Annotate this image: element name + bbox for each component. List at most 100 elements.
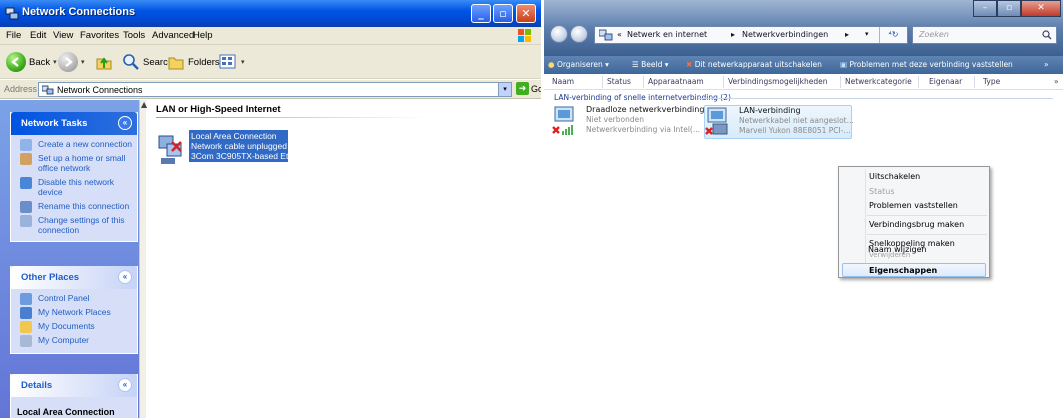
back-arrow-icon (6, 52, 26, 72)
breadcrumb-separator[interactable]: ▸ (731, 30, 735, 39)
disable-device-command[interactable]: ✖ Dit netwerkapparaat uitschakelen (686, 60, 822, 69)
wireless-connection-item[interactable]: Draadloze netwerkverbinding Niet verbond… (552, 105, 704, 139)
address-input[interactable]: Network Connections ▾ (38, 82, 512, 97)
address-dropdown-icon[interactable]: ▾ (865, 30, 869, 38)
search-button[interactable]: Search (122, 51, 173, 73)
forward-button[interactable]: ▾ (58, 51, 85, 73)
other-places-panel: Other Places « Control Panel My Network … (10, 266, 138, 354)
go-arrow-icon: ➜ (516, 82, 529, 95)
maximize-button[interactable]: ▫ (997, 0, 1021, 17)
local-area-connection-item[interactable]: Local Area Connection Network cable unpl… (157, 128, 288, 168)
address-value: Network Connections (57, 85, 143, 95)
task-label: Rename this connection (38, 201, 130, 211)
vista-address-bar[interactable]: « Netwerk en internet ▸ Netwerkverbindin… (594, 26, 908, 44)
close-button[interactable]: ✕ (516, 4, 536, 23)
place-control-panel[interactable]: Control Panel (11, 289, 137, 305)
column-apparaatnaam[interactable]: Apparaatnaam (648, 77, 704, 86)
network-connections-small-icon (599, 29, 613, 41)
context-menu: Uitschakelen Status Problemen vaststelle… (838, 166, 990, 278)
folders-button[interactable]: Folders (167, 51, 220, 73)
vista-nav-buttons (550, 25, 588, 45)
task-pane-scrollbar[interactable] (139, 100, 146, 418)
other-places-header[interactable]: Other Places « (11, 266, 137, 289)
menu-tools[interactable]: Tools (123, 30, 145, 41)
disable-device-icon: ✖ (686, 60, 693, 69)
network-adapter-icon (158, 135, 182, 164)
back-button[interactable]: Back ▾ (6, 51, 57, 73)
scroll-more-icon[interactable]: » (1054, 77, 1059, 86)
column-netwerkcategorie[interactable]: Netwerkcategorie (845, 77, 912, 86)
up-folder-button[interactable] (95, 51, 113, 73)
breadcrumb-separator[interactable]: ▸ (845, 30, 849, 39)
address-dropdown-icon[interactable]: ▾ (498, 83, 511, 96)
place-label: My Network Places (38, 307, 111, 317)
place-my-computer[interactable]: My Computer (11, 331, 137, 347)
close-button[interactable]: ✕ (1021, 0, 1061, 17)
refresh-icon[interactable]: ⁴↻ (879, 27, 907, 43)
item-device: Netwerkverbinding via Intel(... (586, 125, 701, 134)
up-folder-icon (96, 57, 112, 70)
column-divider (643, 76, 644, 88)
column-naam[interactable]: Naam (552, 77, 574, 86)
breadcrumb-netwerkverbindingen[interactable]: Netwerkverbindingen (742, 30, 828, 39)
minimize-button[interactable]: _ (471, 4, 491, 23)
column-eigenaar[interactable]: Eigenaar (929, 77, 962, 86)
menu-edit[interactable]: Edit (30, 30, 46, 41)
menu-item-status[interactable]: Status (869, 187, 895, 196)
computer-icon (20, 335, 32, 347)
item-device: Marvell Yukon 88E8051 PCI-... (739, 126, 851, 135)
xp-title-bar[interactable]: Network Connections _ ▫ ✕ (0, 0, 541, 27)
task-disable-device[interactable]: Disable this network device (11, 173, 137, 197)
content-scrollbar[interactable] (1055, 90, 1063, 418)
breadcrumb-netwerk-en-internet[interactable]: Netwerk en internet (627, 30, 707, 39)
menu-advanced[interactable]: Advanced (152, 30, 194, 41)
vista-command-bar: ● Organiseren ▾ ☰ Beeld ▾ ✖ Dit netwerka… (544, 56, 1063, 74)
go-button[interactable]: ➜ Go (516, 82, 541, 95)
network-tasks-header[interactable]: Network Tasks « (11, 112, 137, 135)
vista-search-box[interactable]: Zoeken (912, 26, 1057, 44)
more-commands-button[interactable]: » (1044, 60, 1049, 69)
column-status[interactable]: Status (607, 77, 631, 86)
collapse-icon[interactable]: « (118, 116, 132, 130)
minimize-button[interactable]: – (973, 0, 997, 17)
place-my-network-places[interactable]: My Network Places (11, 303, 137, 319)
xp-content-area: ▲ LAN or High-Speed Internet Local Area … (141, 100, 541, 418)
lan-connection-item[interactable]: LAN-verbinding Netwerkkabel niet aangesl… (704, 105, 854, 139)
diagnose-command[interactable]: ▣ Problemen met deze verbinding vaststel… (840, 60, 1013, 69)
item-name: LAN-verbinding (739, 106, 801, 115)
menu-item-verbindingsbrug-maken[interactable]: Verbindingsbrug maken (869, 220, 964, 229)
place-my-documents[interactable]: My Documents (11, 317, 137, 333)
place-label: My Computer (38, 335, 90, 345)
maximize-button[interactable]: ▫ (493, 4, 513, 23)
organize-menu[interactable]: ● Organiseren ▾ (548, 60, 609, 69)
task-rename-connection[interactable]: Rename this connection (11, 197, 137, 213)
menu-item-eigenschappen[interactable]: Eigenschappen (869, 266, 937, 275)
details-title: Details (21, 380, 53, 391)
details-header[interactable]: Details « (11, 374, 137, 397)
back-arrow-icon[interactable] (550, 25, 568, 43)
menu-item-uitschakelen[interactable]: Uitschakelen (869, 172, 920, 181)
folders-icon (168, 57, 184, 70)
view-menu[interactable]: ☰ Beeld ▾ (632, 60, 669, 69)
task-change-settings[interactable]: Change settings of this connection (11, 211, 137, 235)
collapse-icon[interactable]: « (118, 378, 132, 392)
column-verbindingsmogelijkheden[interactable]: Verbindingsmogelijkheden (728, 77, 827, 86)
menu-item-problemen-vaststellen[interactable]: Problemen vaststellen (869, 201, 958, 210)
vista-window-frame[interactable]: – ▫ ✕ « Netwerk en internet ▸ Netwerkver… (544, 0, 1063, 56)
menu-favorites[interactable]: Favorites (80, 30, 119, 41)
views-button[interactable]: ▾ (218, 51, 245, 73)
forward-arrow-icon[interactable] (570, 25, 588, 43)
menu-item-naam-wijzigen[interactable]: Naam wijzigen (868, 245, 927, 254)
scroll-up-icon[interactable]: ▲ (141, 100, 147, 109)
views-icon: ☰ (632, 60, 639, 69)
section-divider (156, 117, 426, 118)
collapse-icon[interactable]: « (118, 270, 132, 284)
address-label: Address (4, 84, 38, 94)
menu-view[interactable]: View (53, 30, 73, 41)
column-type[interactable]: Type (983, 77, 1000, 86)
menu-help[interactable]: Help (193, 30, 213, 41)
task-create-connection[interactable]: Create a new connection (11, 135, 137, 151)
task-setup-home-network[interactable]: Set up a home or small office network (11, 149, 137, 173)
menu-file[interactable]: File (6, 30, 21, 41)
connection-selected-label: Local Area Connection Network cable unpl… (189, 130, 288, 162)
